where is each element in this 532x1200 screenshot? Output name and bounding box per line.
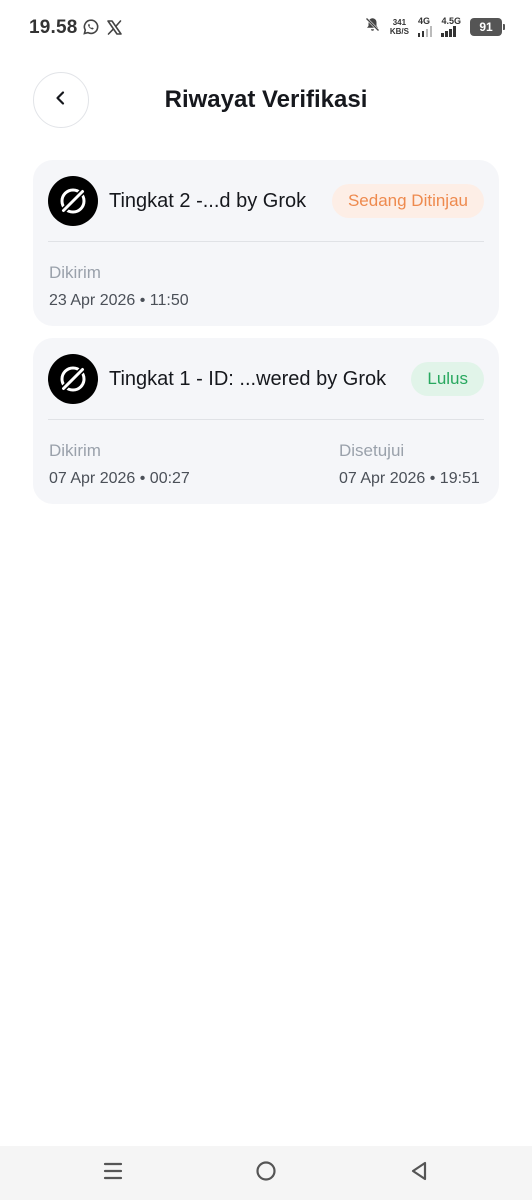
signal-45g: 4.5G [441, 17, 461, 37]
signal-icon [441, 26, 456, 37]
status-right-icons: 341 KB/S 4G 4.5G 91 [364, 16, 505, 38]
status-badge: Sedang Ditinjau [331, 184, 484, 218]
net2-label: 4.5G [441, 16, 461, 26]
status-badge: Lulus [411, 362, 484, 396]
speed-value: 341 [392, 18, 407, 27]
verification-card[interactable]: Tingkat 1 - ID: ...wered by Grok Lulus D… [33, 338, 499, 504]
verification-card[interactable]: Tingkat 2 -...d by Grok Sedang Ditinjau … [33, 160, 499, 326]
approved-info: Disetujui 07 Apr 2026 • 19:51 [339, 441, 480, 489]
navigation-bar [0, 1146, 532, 1200]
submitted-label: Dikirim [49, 263, 101, 282]
x-icon [106, 19, 123, 41]
status-left-icons [82, 18, 123, 41]
verification-title: Tingkat 1 - ID: ...wered by Grok [109, 367, 387, 390]
signal-4g: 4G [417, 16, 433, 37]
home-icon [255, 1160, 277, 1187]
divider [48, 419, 484, 420]
whatsapp-icon [82, 18, 100, 41]
battery-level: 91 [479, 20, 493, 34]
signal-icon [417, 26, 433, 37]
speed-unit: KB/S [389, 27, 409, 36]
grok-logo-icon [48, 354, 98, 404]
back-nav-button[interactable] [406, 1160, 432, 1186]
menu-icon [102, 1161, 124, 1186]
status-time: 19.58 [29, 17, 78, 38]
home-button[interactable] [253, 1160, 279, 1186]
submitted-info: Dikirim 07 Apr 2026 • 00:27 [49, 441, 190, 489]
status-bar: 19.58 341 KB/S 4G 4.5G 91 [0, 0, 532, 56]
submitted-label: Dikirim [49, 441, 101, 460]
divider [48, 241, 484, 242]
approved-date: 07 Apr 2026 • 19:51 [339, 470, 480, 487]
verification-title: Tingkat 2 -...d by Grok [109, 189, 307, 212]
card-header: Tingkat 1 - ID: ...wered by Grok Lulus [48, 354, 484, 404]
network-speed: 341 KB/S [390, 18, 409, 36]
battery-icon: 91 [470, 18, 505, 36]
grok-logo-icon [48, 176, 98, 226]
card-header: Tingkat 2 -...d by Grok Sedang Ditinjau [48, 176, 484, 226]
submitted-date: 07 Apr 2026 • 00:27 [49, 470, 190, 487]
back-icon [409, 1160, 429, 1187]
menu-button[interactable] [100, 1160, 126, 1186]
submitted-date: 23 Apr 2026 • 11:50 [49, 292, 189, 309]
submitted-info: Dikirim 23 Apr 2026 • 11:50 [49, 263, 189, 311]
notifications-muted-icon [364, 16, 381, 38]
approved-label: Disetujui [339, 441, 405, 460]
page-title: Riwayat Verifikasi [164, 86, 368, 113]
net1-label: 4G [417, 16, 430, 26]
